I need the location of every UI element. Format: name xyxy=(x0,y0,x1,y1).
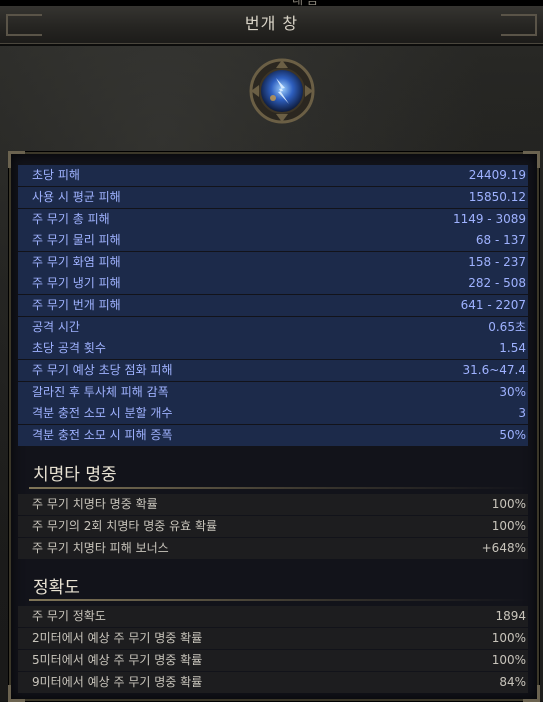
stat-value: 68 - 137 xyxy=(475,233,526,247)
stat-row: 주 무기의 2회 치명타 명중 유효 확률 100% xyxy=(18,516,528,537)
stat-label: 주 무기의 2회 치명타 명중 유효 확률 xyxy=(32,519,218,533)
stat-value: 31.6~47.4 xyxy=(462,363,527,377)
stat-value: 1894 xyxy=(495,609,526,623)
stat-value: +648% xyxy=(481,541,526,555)
top-strip: 내 금 xyxy=(0,0,543,6)
stat-value: 641 - 2207 xyxy=(460,298,526,312)
stat-row: 9미터에서 예상 주 무기 명중 확률 84% xyxy=(18,672,528,693)
stat-row: 주 무기 치명타 명중 확률 100% xyxy=(18,494,528,515)
stat-row: 초당 공격 횟수 1.54 xyxy=(18,338,528,359)
stat-row: 주 무기 냉기 피해 282 - 508 xyxy=(18,273,528,294)
title-bar: 내 금 번개 창 xyxy=(0,0,543,46)
section-title-accuracy: 정확도 xyxy=(33,578,80,598)
section-divider xyxy=(29,487,529,489)
stat-label: 2미터에서 예상 주 무기 명중 확률 xyxy=(32,631,203,645)
stat-label: 격분 충전 소모 시 피해 증폭 xyxy=(32,428,173,442)
stat-value: 50% xyxy=(499,428,526,442)
stat-row: 갈라진 후 투사체 피해 감폭 30% xyxy=(18,382,528,403)
stat-label: 주 무기 화염 피해 xyxy=(32,255,121,269)
stat-row: 공격 시간 0.65초 xyxy=(18,317,528,338)
stat-row: 주 무기 예상 초당 점화 피해 31.6~47.4 xyxy=(18,360,528,381)
stat-row: 주 무기 물리 피해 68 - 137 xyxy=(18,230,528,251)
stat-label: 주 무기 냉기 피해 xyxy=(32,276,121,290)
stat-value: 100% xyxy=(491,631,526,645)
lightning-spear-skill-icon xyxy=(249,58,315,124)
stat-row: 사용 시 평균 피해 15850.12 xyxy=(18,187,528,208)
stat-label: 주 무기 치명타 명중 확률 xyxy=(32,497,158,511)
stat-value: 282 - 508 xyxy=(468,276,526,290)
stat-value: 100% xyxy=(491,653,526,667)
title-ornament-right xyxy=(501,14,537,36)
stat-row: 주 무기 정확도 1894 xyxy=(18,606,528,627)
stat-value: 0.65초 xyxy=(488,320,526,334)
stat-row: 격분 충전 소모 시 피해 증폭 50% xyxy=(18,425,528,446)
stat-value: 100% xyxy=(491,497,526,511)
stat-value: 1149 - 3089 xyxy=(452,212,526,226)
stat-label: 초당 피해 xyxy=(32,168,80,182)
stat-label: 주 무기 정확도 xyxy=(32,609,106,623)
stat-label: 주 무기 예상 초당 점화 피해 xyxy=(32,363,173,377)
stat-value: 15850.12 xyxy=(468,190,526,204)
stats-panel: 초당 피해 24409.19 사용 시 평균 피해 15850.12 주 무기 … xyxy=(8,151,540,702)
stat-row: 주 무기 총 피해 1149 - 3089 xyxy=(18,209,528,230)
tooltip-window: 내 금 번개 창 xyxy=(0,0,543,702)
stat-label: 주 무기 물리 피해 xyxy=(32,233,121,247)
stat-value: 3 xyxy=(518,406,526,420)
stat-label: 주 무기 총 피해 xyxy=(32,212,110,226)
section-title-crit: 치명타 명중 xyxy=(33,465,117,485)
stat-value: 24409.19 xyxy=(468,168,526,182)
stat-label: 갈라진 후 투사체 피해 감폭 xyxy=(32,385,169,399)
stat-row: 격분 충전 소모 시 분할 개수 3 xyxy=(18,403,528,424)
stat-row: 주 무기 번개 피해 641 - 2207 xyxy=(18,295,528,316)
window-title: 번개 창 xyxy=(244,14,299,33)
stat-label: 격분 충전 소모 시 분할 개수 xyxy=(32,406,173,420)
stat-label: 주 무기 치명타 피해 보너스 xyxy=(32,541,169,555)
top-strip-text: 내 금 xyxy=(292,0,318,6)
section-divider xyxy=(29,599,529,601)
stat-row: 주 무기 치명타 피해 보너스 +648% xyxy=(18,538,528,559)
stat-row: 5미터에서 예상 주 무기 명중 확률 100% xyxy=(18,650,528,671)
stat-label: 5미터에서 예상 주 무기 명중 확률 xyxy=(32,653,203,667)
stat-value: 158 - 237 xyxy=(468,255,526,269)
stat-row: 초당 피해 24409.19 xyxy=(18,165,528,186)
stat-row: 주 무기 화염 피해 158 - 237 xyxy=(18,252,528,273)
stat-row: 2미터에서 예상 주 무기 명중 확률 100% xyxy=(18,628,528,649)
stat-value: 1.54 xyxy=(499,341,526,355)
stat-value: 100% xyxy=(491,519,526,533)
stat-value: 30% xyxy=(499,385,526,399)
stat-label: 초당 공격 횟수 xyxy=(32,341,106,355)
stat-label: 주 무기 번개 피해 xyxy=(32,298,121,312)
stat-label: 공격 시간 xyxy=(32,320,80,334)
stat-label: 9미터에서 예상 주 무기 명중 확률 xyxy=(32,675,203,689)
stat-label: 사용 시 평균 피해 xyxy=(32,190,121,204)
stat-value: 84% xyxy=(499,675,526,689)
